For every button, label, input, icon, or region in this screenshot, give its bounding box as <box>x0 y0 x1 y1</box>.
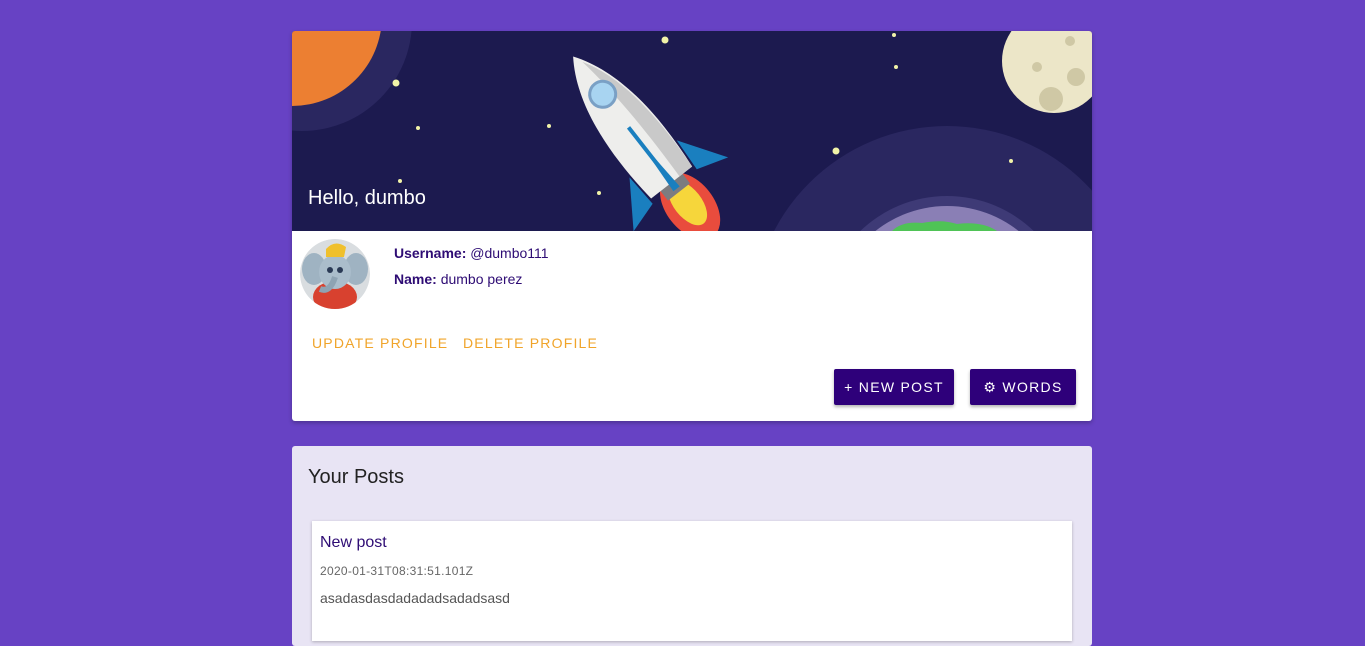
name-value: dumbo perez <box>440 271 523 287</box>
username-value: @dumbo111 <box>470 245 549 261</box>
greeting-heading: Hello, dumbo <box>308 187 426 209</box>
new-post-button[interactable]: + NEW POST <box>834 369 954 405</box>
post-body: asadasdasdadadadsadadsasd <box>320 590 510 606</box>
name-label: Name: <box>394 271 437 287</box>
name-row: Name: dumbo perez <box>394 271 522 287</box>
profile-banner: Hello, dumbo <box>292 31 1092 231</box>
words-button[interactable]: ⚙ WORDS <box>970 369 1076 405</box>
username-label: Username: <box>394 245 467 261</box>
dumbo-avatar-icon <box>300 239 370 309</box>
avatar <box>300 239 370 309</box>
post-title[interactable]: New post <box>320 534 387 552</box>
post-card[interactable]: New post 2020-01-31T08:31:51.101Z asadas… <box>312 521 1072 641</box>
username-row: Username: @dumbo111 <box>394 245 549 261</box>
delete-profile-button[interactable]: DELETE PROFILE <box>463 331 598 355</box>
profile-card: Hello, dumbo Username: @dumbo111 Name: d… <box>292 31 1092 421</box>
post-date: 2020-01-31T08:31:51.101Z <box>320 564 474 578</box>
update-profile-button[interactable]: UPDATE PROFILE <box>312 331 448 355</box>
posts-heading: Your Posts <box>308 466 404 488</box>
posts-section: Your Posts New post 2020-01-31T08:31:51.… <box>292 446 1092 646</box>
